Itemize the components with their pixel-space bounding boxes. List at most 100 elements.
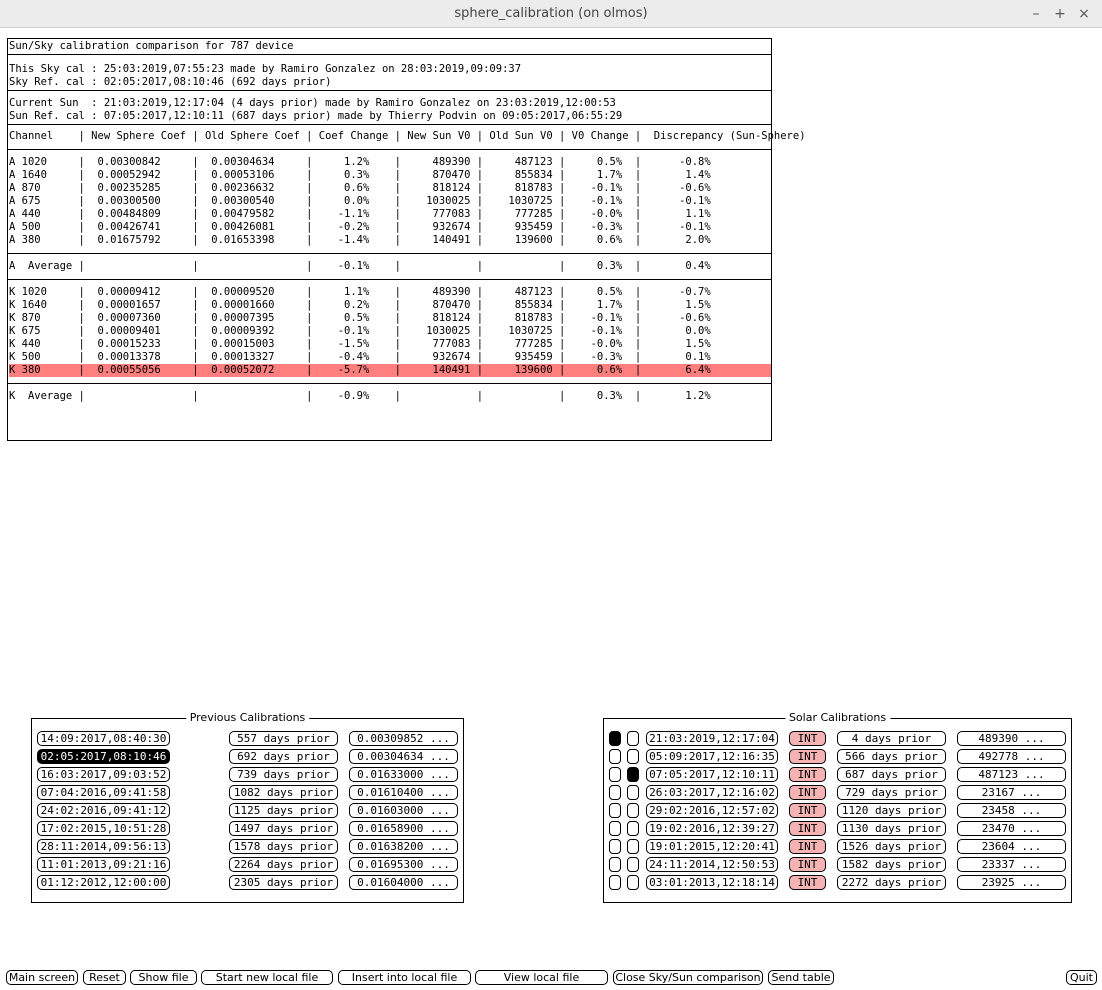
calibration-date-field[interactable]: 11:01:2013,09:21:16	[37, 857, 170, 872]
previous-calibrations-title: Previous Calibrations	[185, 711, 310, 725]
calibration-date-field[interactable]: 16:03:2017,09:03:52	[37, 767, 170, 782]
calibration-age-field[interactable]: 739 days prior	[229, 767, 338, 782]
select-ref-sun-checkbox[interactable]	[627, 839, 639, 854]
select-ref-sun-checkbox[interactable]	[627, 731, 639, 746]
calibration-coef-field[interactable]: 0.01603000 ...	[349, 803, 458, 818]
calibration-coef-field[interactable]: 0.00309852 ...	[349, 731, 458, 746]
table-row: K 440 | 0.00015233 | 0.00015003 | -1.5% …	[9, 338, 711, 350]
solar-calibrations-title: Solar Calibrations	[784, 711, 891, 725]
solar-age-field[interactable]: 1526 days prior	[837, 839, 946, 854]
solar-age-field[interactable]: 687 days prior	[837, 767, 946, 782]
select-ref-sun-checkbox[interactable]	[627, 857, 639, 872]
calibration-date-field[interactable]: 17:02:2015,10:51:28	[37, 821, 170, 836]
solar-type-field[interactable]: INT	[789, 839, 826, 854]
calibration-age-field[interactable]: 557 days prior	[229, 731, 338, 746]
calibration-date-field[interactable]: 28:11:2014,09:56:13	[37, 839, 170, 854]
solar-v0-field[interactable]: 492778 ...	[957, 749, 1066, 764]
show-file-button[interactable]: Show file	[130, 970, 197, 985]
solar-v0-field[interactable]: 23167 ...	[957, 785, 1066, 800]
solar-age-field[interactable]: 729 days prior	[837, 785, 946, 800]
solar-v0-field[interactable]: 487123 ...	[957, 767, 1066, 782]
solar-date-field[interactable]: 05:09:2017,12:16:35	[646, 749, 778, 764]
k-average-row: K Average | | | -0.9% | | | 0.3% | 1.2%	[8, 384, 771, 404]
solar-date-field[interactable]: 29:02:2016,12:57:02	[646, 803, 778, 818]
calibration-coef-field[interactable]: 0.01604000 ...	[349, 875, 458, 890]
table-row: A 1020 | 0.00300842 | 0.00304634 | 1.2% …	[9, 156, 711, 168]
calibration-coef-field[interactable]: 0.01633000 ...	[349, 767, 458, 782]
calibration-date-field[interactable]: 01:12:2012,12:00:00	[37, 875, 170, 890]
solar-type-field[interactable]: INT	[789, 875, 826, 890]
calibration-age-field[interactable]: 692 days prior	[229, 749, 338, 764]
calibration-coef-field[interactable]: 0.00304634 ...	[349, 749, 458, 764]
main-screen-button[interactable]: Main screen	[6, 970, 78, 985]
calibration-coef-field[interactable]: 0.01638200 ...	[349, 839, 458, 854]
solar-date-field[interactable]: 03:01:2013,12:18:14	[646, 875, 778, 890]
solar-age-field[interactable]: 566 days prior	[837, 749, 946, 764]
select-ref-sun-checkbox[interactable]	[627, 803, 639, 818]
select-current-sun-checkbox[interactable]	[609, 821, 621, 836]
calibration-coef-field[interactable]: 0.01695300 ...	[349, 857, 458, 872]
calibration-date-field[interactable]: 14:09:2017,08:40:30	[37, 731, 170, 746]
insert-into-local-file-button[interactable]: Insert into local file	[338, 970, 471, 985]
calibration-age-field[interactable]: 2264 days prior	[229, 857, 338, 872]
send-table-button[interactable]: Send table	[768, 970, 834, 985]
view-local-file-button[interactable]: View local file	[475, 970, 608, 985]
average-row: A Average | | | -0.1% | | | 0.3% | 0.4%	[9, 260, 711, 272]
solar-type-field[interactable]: INT	[789, 803, 826, 818]
sky-cal-line: This Sky cal : 25:03:2019,07:55:23 made …	[9, 63, 522, 75]
select-ref-sun-checkbox[interactable]	[627, 875, 639, 890]
select-current-sun-checkbox[interactable]	[609, 749, 621, 764]
select-current-sun-checkbox[interactable]	[609, 785, 621, 800]
solar-age-field[interactable]: 4 days prior	[837, 731, 946, 746]
select-current-sun-checkbox[interactable]	[609, 803, 621, 818]
solar-date-field[interactable]: 07:05:2017,12:10:11	[646, 767, 778, 782]
select-current-sun-checkbox[interactable]	[609, 731, 621, 746]
solar-age-field[interactable]: 1120 days prior	[837, 803, 946, 818]
solar-v0-field[interactable]: 23470 ...	[957, 821, 1066, 836]
reset-button[interactable]: Reset	[83, 970, 126, 985]
select-current-sun-checkbox[interactable]	[609, 767, 621, 782]
solar-v0-field[interactable]: 23604 ...	[957, 839, 1066, 854]
calibration-coef-field[interactable]: 0.01658900 ...	[349, 821, 458, 836]
solar-age-field[interactable]: 1130 days prior	[837, 821, 946, 836]
solar-date-field[interactable]: 24:11:2014,12:50:53	[646, 857, 778, 872]
calibration-coef-field[interactable]: 0.01610400 ...	[349, 785, 458, 800]
solar-date-field[interactable]: 19:02:2016,12:39:27	[646, 821, 778, 836]
select-current-sun-checkbox[interactable]	[609, 875, 621, 890]
maximize-button[interactable]: +	[1050, 4, 1070, 24]
solar-date-field[interactable]: 21:03:2019,12:17:04	[646, 731, 778, 746]
solar-v0-field[interactable]: 489390 ...	[957, 731, 1066, 746]
select-ref-sun-checkbox[interactable]	[627, 785, 639, 800]
solar-type-field[interactable]: INT	[789, 731, 826, 746]
solar-age-field[interactable]: 1582 days prior	[837, 857, 946, 872]
solar-type-field[interactable]: INT	[789, 857, 826, 872]
calibration-date-field[interactable]: 02:05:2017,08:10:46	[37, 749, 170, 764]
solar-type-field[interactable]: INT	[789, 785, 826, 800]
quit-button[interactable]: Quit	[1066, 970, 1097, 985]
calibration-age-field[interactable]: 2305 days prior	[229, 875, 338, 890]
solar-type-field[interactable]: INT	[789, 749, 826, 764]
solar-v0-field[interactable]: 23458 ...	[957, 803, 1066, 818]
calibration-age-field[interactable]: 1082 days prior	[229, 785, 338, 800]
select-current-sun-checkbox[interactable]	[609, 839, 621, 854]
solar-type-field[interactable]: INT	[789, 821, 826, 836]
select-ref-sun-checkbox[interactable]	[627, 821, 639, 836]
select-ref-sun-checkbox[interactable]	[627, 767, 639, 782]
calibration-date-field[interactable]: 07:04:2016,09:41:58	[37, 785, 170, 800]
close-window-button[interactable]: ×	[1074, 4, 1094, 24]
minimize-button[interactable]: –	[1026, 4, 1046, 24]
calibration-age-field[interactable]: 1125 days prior	[229, 803, 338, 818]
solar-type-field[interactable]: INT	[789, 767, 826, 782]
solar-date-field[interactable]: 26:03:2017,12:16:02	[646, 785, 778, 800]
calibration-age-field[interactable]: 1578 days prior	[229, 839, 338, 854]
solar-v0-field[interactable]: 23337 ...	[957, 857, 1066, 872]
select-ref-sun-checkbox[interactable]	[627, 749, 639, 764]
solar-v0-field[interactable]: 23925 ...	[957, 875, 1066, 890]
calibration-age-field[interactable]: 1497 days prior	[229, 821, 338, 836]
start-new-local-file-button[interactable]: Start new local file	[201, 970, 333, 985]
solar-age-field[interactable]: 2272 days prior	[837, 875, 946, 890]
close-comparison-button[interactable]: Close Sky/Sun comparison	[613, 970, 763, 985]
solar-date-field[interactable]: 19:01:2015,12:20:41	[646, 839, 778, 854]
calibration-date-field[interactable]: 24:02:2016,09:41:12	[37, 803, 170, 818]
select-current-sun-checkbox[interactable]	[609, 857, 621, 872]
